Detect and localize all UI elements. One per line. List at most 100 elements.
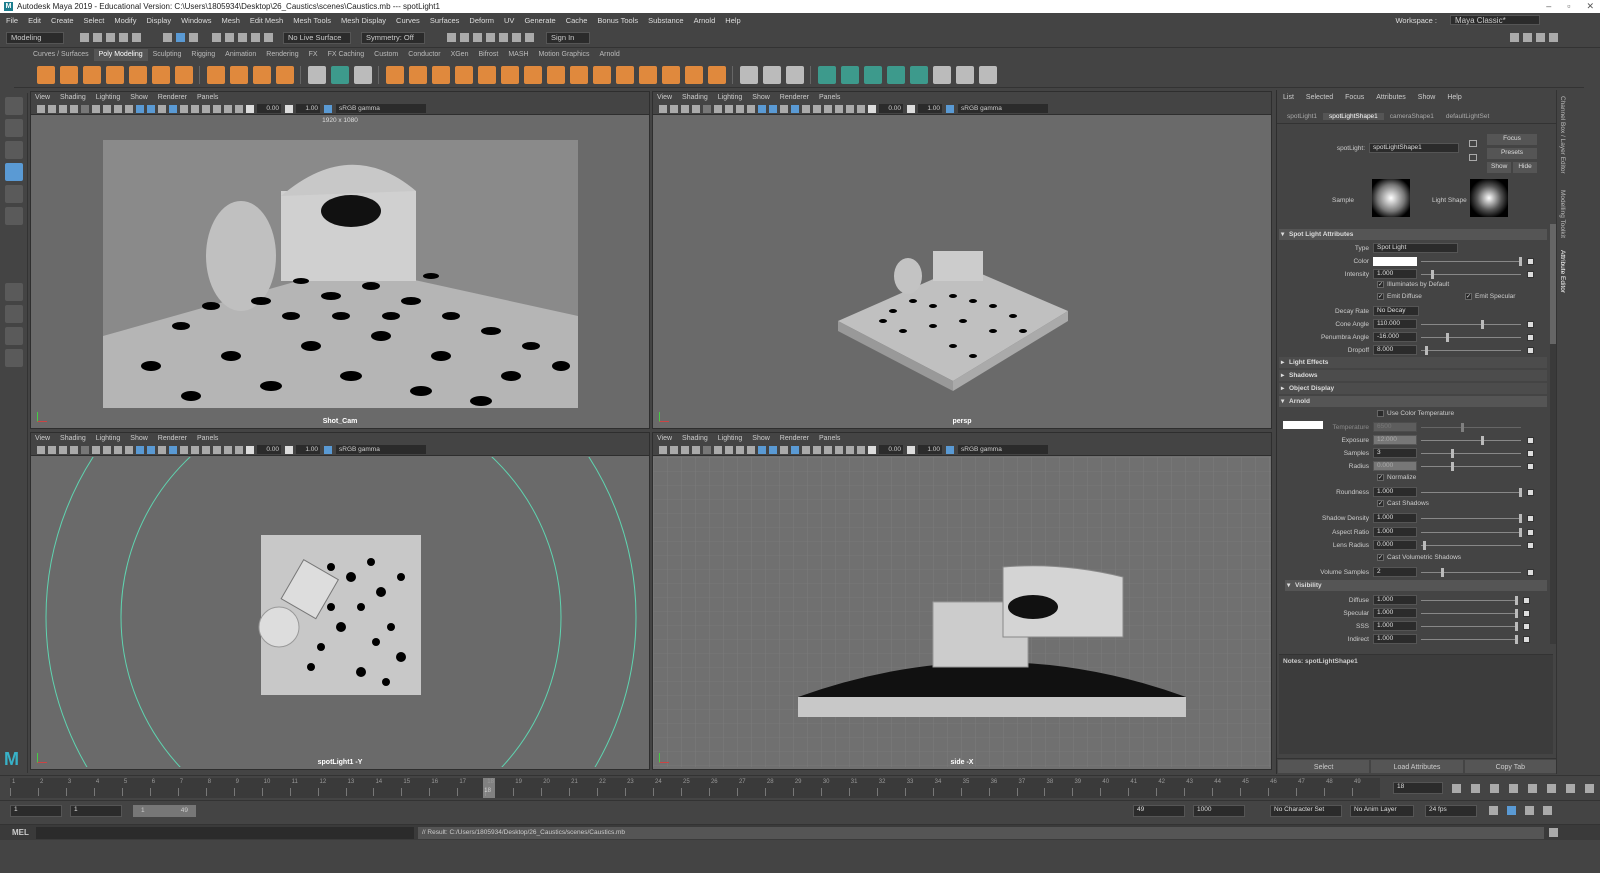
loop-icon[interactable] xyxy=(1489,806,1498,815)
dropoff-field[interactable]: 8.000 xyxy=(1373,345,1417,355)
aspect-ratio-slider[interactable] xyxy=(1421,527,1522,537)
character-set-dropdown[interactable]: No Character Set xyxy=(1270,805,1342,817)
ao-icon[interactable] xyxy=(812,445,821,454)
shelf-tab-mash[interactable]: MASH xyxy=(503,49,533,61)
safe-action-icon[interactable] xyxy=(124,104,133,113)
resolution-gate-icon[interactable] xyxy=(80,445,89,454)
view-transform-dropdown[interactable]: sRGB gamma xyxy=(336,445,426,454)
section-shadows[interactable]: Shadows xyxy=(1279,370,1547,381)
range-slider-bar[interactable]: 1 49 xyxy=(133,805,196,817)
maximize-icon[interactable]: ▫ xyxy=(1567,1,1570,12)
xray-joints-icon[interactable] xyxy=(223,445,232,454)
wedge-icon[interactable] xyxy=(592,65,611,84)
combine-icon[interactable] xyxy=(307,65,326,84)
shadow-density-field[interactable]: 1.000 xyxy=(1373,513,1417,523)
vp-menu-show[interactable]: Show xyxy=(752,433,770,444)
hide-button[interactable]: Hide xyxy=(1513,162,1537,173)
menu-select[interactable]: Select xyxy=(84,16,105,25)
resolution-gate-icon[interactable] xyxy=(702,445,711,454)
shadows-icon[interactable] xyxy=(801,104,810,113)
render-settings-icon[interactable] xyxy=(473,33,482,42)
vp-menu-show[interactable]: Show xyxy=(752,92,770,103)
playback-end-field[interactable]: 49 xyxy=(1133,805,1185,817)
exposure-field[interactable]: 0.00 xyxy=(879,104,903,113)
color-management-icon[interactable] xyxy=(945,445,954,454)
lens-radius-field[interactable]: 0.000 xyxy=(1373,540,1417,550)
shadow-density-slider[interactable] xyxy=(1421,513,1522,523)
camera-icon[interactable] xyxy=(36,104,45,113)
play-backward-icon[interactable] xyxy=(1509,784,1518,793)
cast-shadows-checkbox[interactable]: ✓ Cast Shadows xyxy=(1377,500,1429,507)
shelf-tab-rendering[interactable]: Rendering xyxy=(261,49,303,61)
ae-tab-spotlightshape1[interactable]: spotLightShape1 xyxy=(1323,113,1384,120)
field-chart-icon[interactable] xyxy=(735,445,744,454)
smooth-shade-icon[interactable] xyxy=(146,104,155,113)
poly-cube-icon[interactable] xyxy=(59,65,78,84)
poly-sphere-icon[interactable] xyxy=(36,65,55,84)
undo-icon[interactable] xyxy=(119,33,128,42)
playback-start-field[interactable]: 1 xyxy=(70,805,122,817)
bevel-icon[interactable] xyxy=(500,65,519,84)
boolean-union-icon[interactable] xyxy=(385,65,404,84)
hypershade-icon[interactable] xyxy=(486,33,495,42)
smooth-shade-icon[interactable] xyxy=(768,445,777,454)
safe-action-icon[interactable] xyxy=(746,445,755,454)
menu-edit-mesh[interactable]: Edit Mesh xyxy=(250,16,283,25)
menu-mesh-display[interactable]: Mesh Display xyxy=(341,16,386,25)
backface-icon[interactable] xyxy=(234,104,243,113)
script-editor-icon[interactable] xyxy=(1549,828,1558,837)
quadrangulate-icon[interactable] xyxy=(707,65,726,84)
resolution-gate-icon[interactable] xyxy=(80,104,89,113)
type-dropdown[interactable]: Spot Light xyxy=(1373,243,1458,253)
sew-uv-icon[interactable] xyxy=(978,65,997,84)
time-ruler[interactable]: 1234567891011121314151617181920212223242… xyxy=(10,778,1380,798)
lights-icon[interactable] xyxy=(168,104,177,113)
exposure-icon[interactable] xyxy=(867,445,876,454)
temperature-field[interactable]: 6500 xyxy=(1373,422,1417,432)
shadows-icon[interactable] xyxy=(801,445,810,454)
step-back-key-icon[interactable] xyxy=(1471,784,1480,793)
color-slider[interactable] xyxy=(1421,256,1522,266)
notes-panel[interactable]: Notes: spotLightShape1 xyxy=(1279,654,1553,754)
checker-icon[interactable] xyxy=(932,65,951,84)
xray-joints-icon[interactable] xyxy=(845,104,854,113)
ae-menu-attributes[interactable]: Attributes xyxy=(1376,94,1406,101)
vp-menu-panels[interactable]: Panels xyxy=(197,92,218,103)
shadow-density-map-button[interactable] xyxy=(1527,514,1534,522)
menu-file[interactable]: File xyxy=(6,16,18,25)
smooth-shade-icon[interactable] xyxy=(146,445,155,454)
scale-tool-icon[interactable] xyxy=(5,207,23,225)
menu-bonus-tools[interactable]: Bonus Tools xyxy=(597,16,638,25)
menu-edit[interactable]: Edit xyxy=(28,16,41,25)
volume-samples-map-button[interactable] xyxy=(1527,568,1534,576)
menu-substance[interactable]: Substance xyxy=(648,16,683,25)
workspace-dropdown[interactable]: Maya Classic* xyxy=(1450,15,1540,25)
open-scene-icon[interactable] xyxy=(93,33,102,42)
ae-menu-show[interactable]: Show xyxy=(1418,94,1436,101)
sss-field[interactable]: 1.000 xyxy=(1373,621,1417,631)
isolate-icon[interactable] xyxy=(201,104,210,113)
lens-radius-map-button[interactable] xyxy=(1527,541,1534,549)
exposure-map-button[interactable] xyxy=(1527,436,1534,444)
bookmark-icon[interactable] xyxy=(58,445,67,454)
vp-menu-panels[interactable]: Panels xyxy=(819,433,840,444)
arnold-pause-icon[interactable] xyxy=(525,33,534,42)
select-object-icon[interactable] xyxy=(176,33,185,42)
ae-tab-defaultlightset[interactable]: defaultLightSet xyxy=(1440,113,1495,120)
use-color-temp-checkbox[interactable]: Use Color Temperature xyxy=(1377,410,1454,417)
roundness-map-button[interactable] xyxy=(1527,488,1534,496)
boolean-intersection-icon[interactable] xyxy=(431,65,450,84)
shelf-tab-bifrost[interactable]: Bifrost xyxy=(473,49,503,61)
exposure-field[interactable]: 0.00 xyxy=(879,445,903,454)
specular-slider[interactable] xyxy=(1421,608,1518,618)
lens-radius-slider[interactable] xyxy=(1421,540,1521,550)
isolate-icon[interactable] xyxy=(823,104,832,113)
xray-icon[interactable] xyxy=(212,445,221,454)
cone-angle-field[interactable]: 110.000 xyxy=(1373,319,1417,329)
outliner-layout-icon[interactable] xyxy=(5,349,23,367)
two-view-layout-icon[interactable] xyxy=(5,327,23,345)
planar-map-icon[interactable] xyxy=(817,65,836,84)
cut-uv-icon[interactable] xyxy=(955,65,974,84)
menu-cache[interactable]: Cache xyxy=(566,16,588,25)
grid-icon[interactable] xyxy=(713,445,722,454)
